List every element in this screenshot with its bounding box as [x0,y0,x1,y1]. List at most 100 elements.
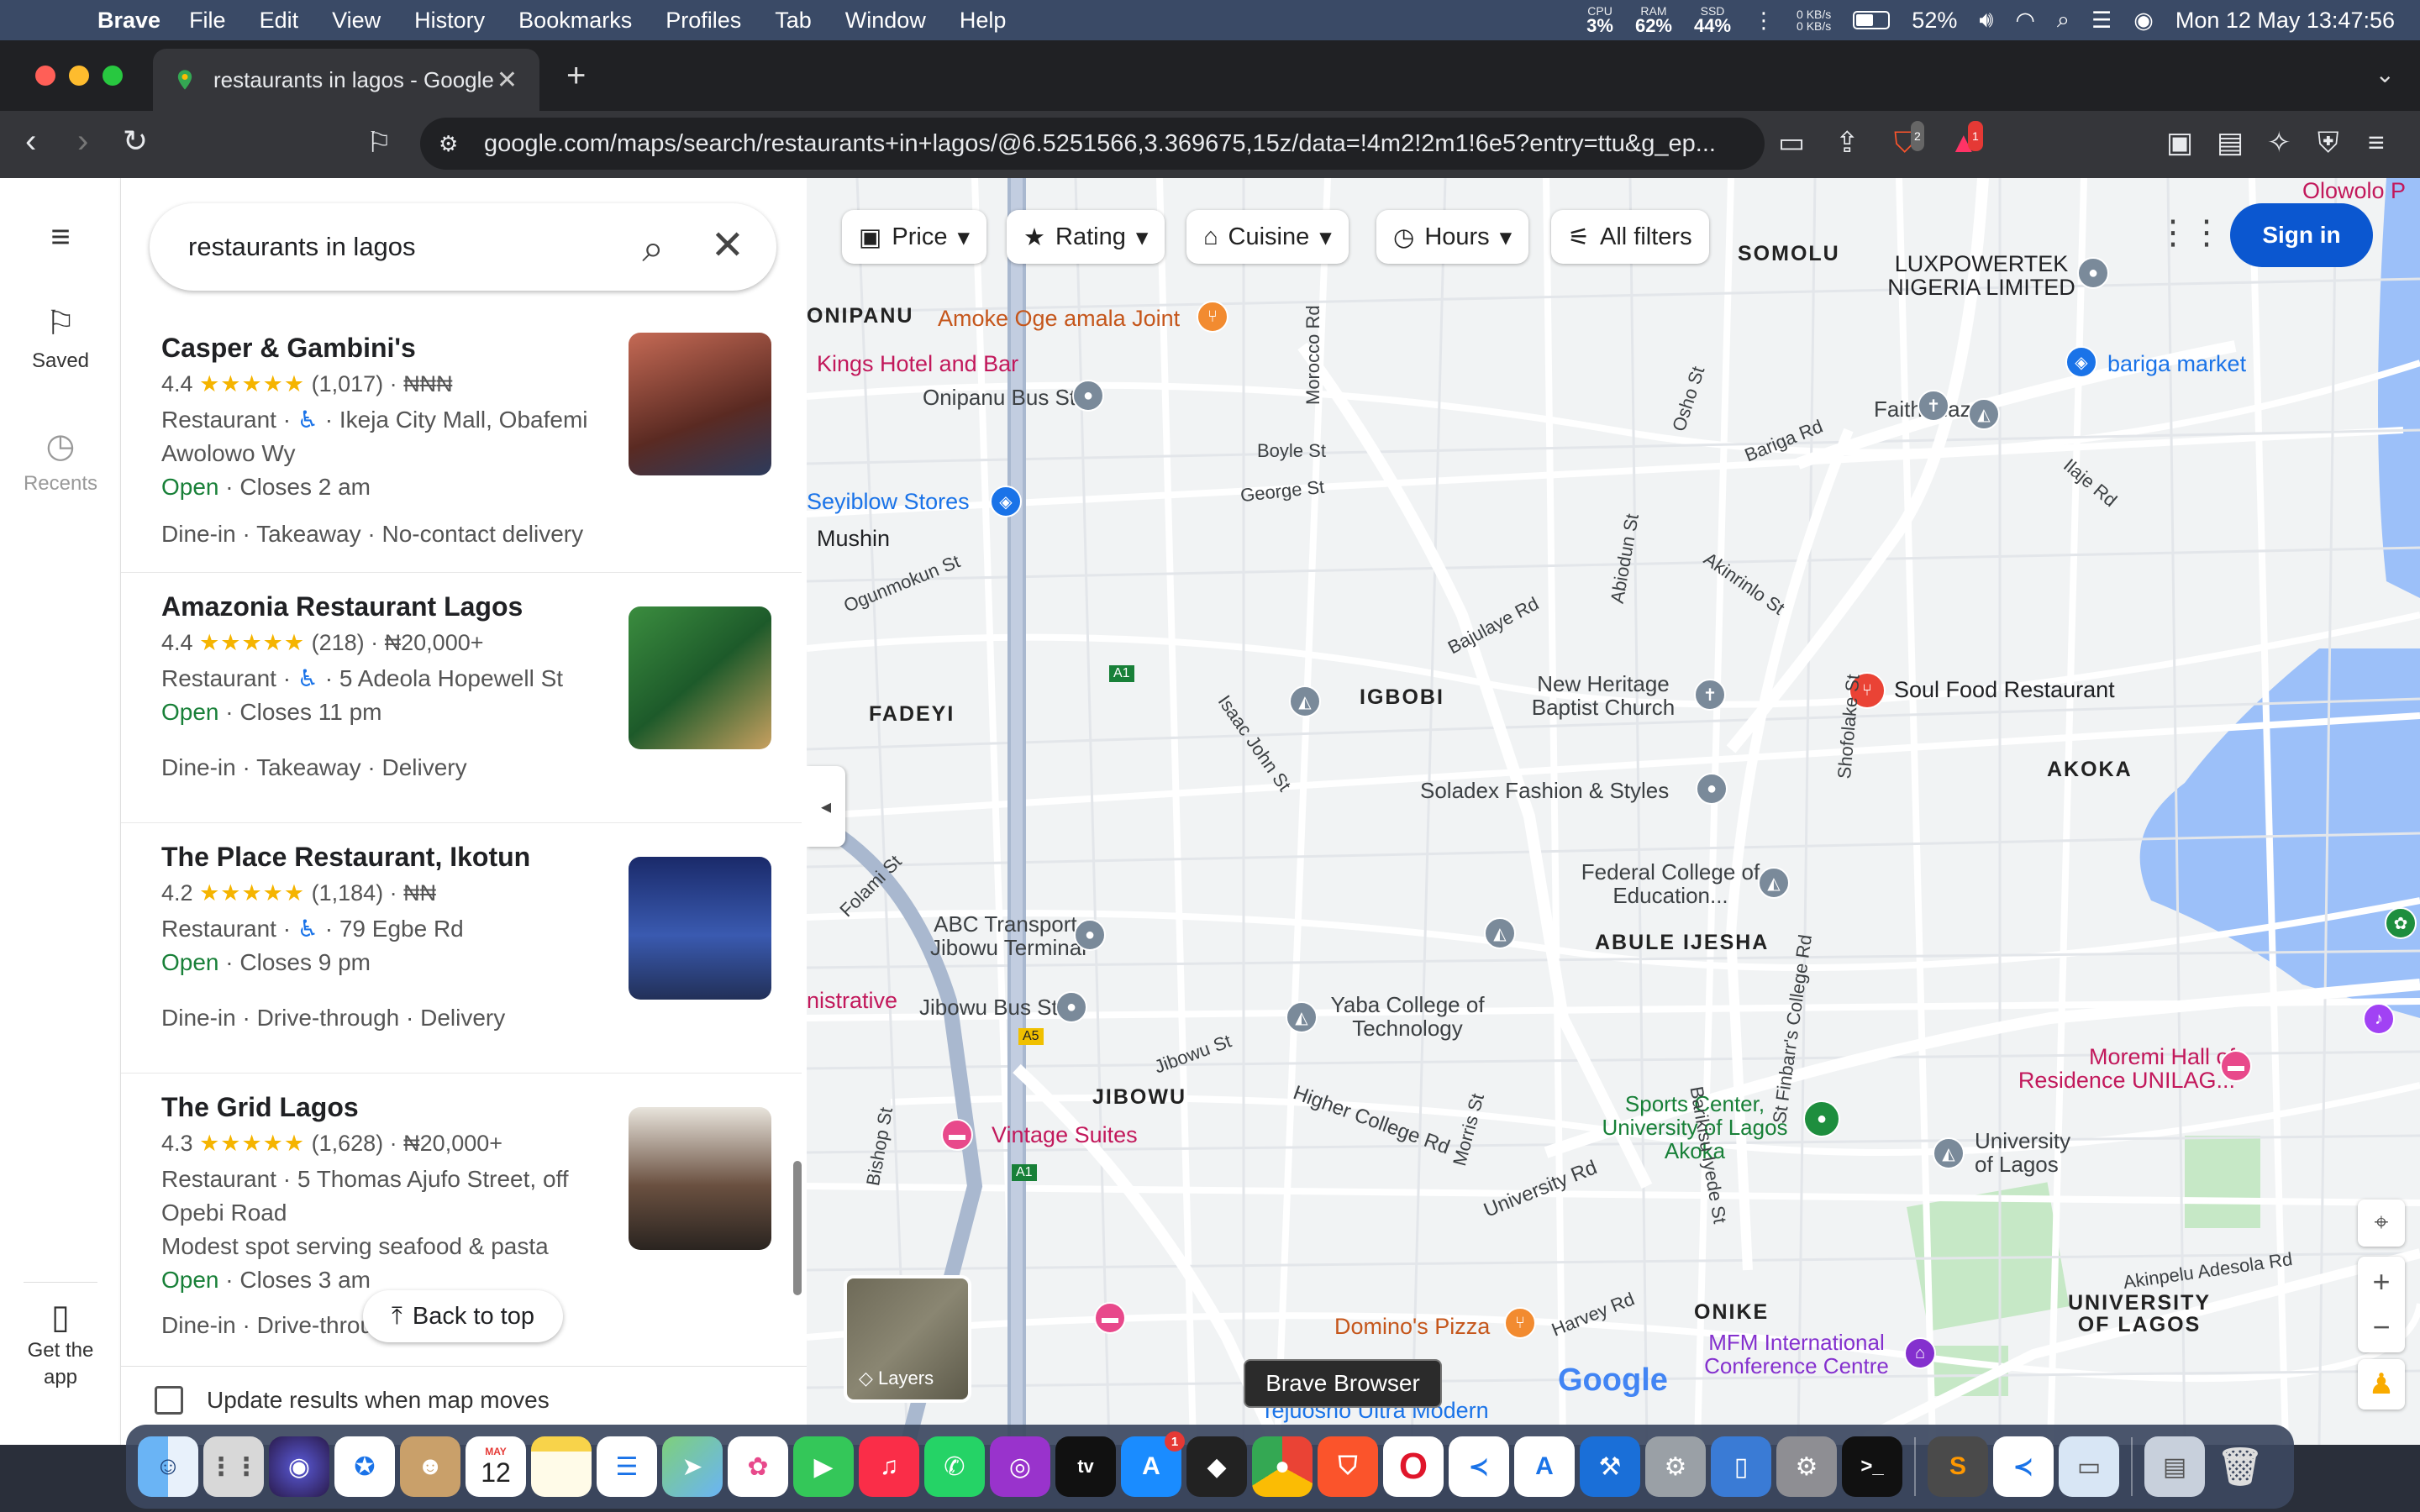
hotel-pin-icon[interactable]: ▬ [1094,1302,1126,1334]
sublime-text-icon[interactable]: S [1928,1436,1988,1497]
ssd-stat[interactable]: SSD 44% [1694,5,1731,35]
facetime-icon[interactable]: ▶ [793,1436,854,1497]
cursor-app-icon[interactable]: ◆ [1186,1436,1247,1497]
back-icon[interactable]: ‹ [25,124,36,158]
place-pin-icon[interactable]: ● [1696,773,1728,805]
opera-icon[interactable]: O [1383,1436,1444,1497]
place-label[interactable]: University of Lagos [1975,1129,2092,1176]
place-label[interactable]: Vintage Suites [992,1122,1138,1148]
place-label[interactable]: New Heritage Baptist Church [1519,672,1687,719]
cast-icon[interactable]: ▭ [1778,128,1805,158]
simulator-icon[interactable]: ▯ [1711,1436,1771,1497]
place-label[interactable]: Amoke Oge amala Joint [938,306,1180,332]
shopping-pin-icon[interactable]: ◈ [2065,346,2097,378]
apple-tv-icon[interactable]: tv [1055,1436,1116,1497]
wifi-icon[interactable]: ◠ [2015,8,2035,34]
result-name[interactable]: Casper & Gambini's [161,333,416,364]
bus-stop-pin-icon[interactable]: ● [1055,991,1087,1023]
result-card[interactable]: Casper & Gambini's 4.4 ★★★★★ (1,017) · ₦… [121,321,802,573]
tab-close-icon[interactable]: ✕ [497,66,518,95]
control-center-icon[interactable]: ☰ [2091,8,2112,34]
school-pin-icon[interactable]: ◭ [1484,917,1516,949]
photos-icon[interactable]: ✿ [728,1436,788,1497]
pegman-icon[interactable]: ♟ [2358,1359,2405,1410]
result-card[interactable]: Amazonia Restaurant Lagos 4.4 ★★★★★ (218… [121,573,802,823]
place-label[interactable]: Mushin [817,526,890,552]
bookmark-icon[interactable]: ⚐ [366,128,392,158]
school-pin-icon[interactable]: ◭ [1286,1001,1318,1033]
menubar-clock[interactable]: Mon 12 May 13:47:56 [2175,8,2395,34]
hotel-pin-icon[interactable]: ▬ [941,1119,973,1151]
menu-tab[interactable]: Tab [775,8,812,34]
sports-pin-icon[interactable]: ● [1803,1100,1840,1137]
sidebar-icon[interactable]: ▣ [2166,128,2193,158]
place-label[interactable]: Soul Food Restaurant [1894,677,2115,703]
menu-history[interactable]: History [414,8,485,34]
xcode-icon[interactable]: ⚒ [1580,1436,1640,1497]
bus-stop-pin-icon[interactable]: ● [1074,919,1106,951]
filter-rating[interactable]: ★ Rating ▾ [1007,210,1165,264]
school-pin-icon[interactable]: ◭ [1933,1137,1965,1169]
brave-shields-icon[interactable]: ⛉ 2 [1894,121,1924,158]
place-label[interactable]: Kings Hotel and Bar [817,351,1018,377]
layers-button[interactable]: ◇ Layers [844,1275,971,1403]
filter-price[interactable]: ▣ Price ▾ [842,210,987,264]
menu-window[interactable]: Window [845,8,926,34]
siri-icon[interactable]: ◉ [269,1436,329,1497]
window-zoom-button[interactable] [103,66,123,86]
zoom-in-button[interactable]: + [2372,1259,2390,1305]
place-label[interactable]: nistrative [807,988,897,1014]
place-pin-icon[interactable]: ● [2077,257,2109,289]
menu-view[interactable]: View [332,8,381,34]
vpn-icon[interactable]: ⛨ [2317,128,2339,158]
zoom-out-button[interactable]: − [2372,1305,2390,1350]
filter-all-filters[interactable]: ⚟ All filters [1551,210,1709,264]
utility-icon[interactable]: ⚙ [1645,1436,1706,1497]
tab-search-chevron-icon[interactable]: ⌄ [2375,60,2395,88]
result-name[interactable]: The Grid Lagos [161,1092,359,1123]
place-label[interactable]: ABC Transport. Jibowu Terminal [916,912,1101,959]
menu-hamburger-icon[interactable]: ≡ [0,218,121,256]
place-label[interactable]: Domino's Pizza [1334,1314,1490,1340]
map-canvas[interactable]: ◂ ▣ Price ▾ ★ Rating ▾ ⌂ Cuisine ▾ ◷ Hours ▾ ⚟ Al… [807,178,2420,1445]
school-pin-icon[interactable]: ◭ [1289,685,1321,717]
place-label[interactable]: LUXPOWERTEK NIGERIA LIMITED [1881,252,2082,299]
place-label[interactable]: Seyiblow Stores [807,489,970,515]
new-tab-icon[interactable]: + [566,57,586,95]
launchpad-icon[interactable]: ⋮⋮ [203,1436,264,1497]
reminders-icon[interactable]: ☰ [597,1436,657,1497]
leo-ai-icon[interactable]: ✧ [2267,128,2291,158]
forward-icon[interactable]: › [77,124,88,158]
reload-icon[interactable]: ↻ [123,124,148,158]
restaurant-pin-icon[interactable]: ⑂ [1197,301,1228,333]
system-settings-icon[interactable]: ⚙ [1776,1436,1837,1497]
whatsapp-icon[interactable]: ✆ [924,1436,985,1497]
collapse-panel-button[interactable]: ◂ [807,766,845,847]
podcasts-icon[interactable]: ◎ [990,1436,1050,1497]
trash-icon[interactable]: 🗑︎ [2210,1436,2270,1497]
my-location-button[interactable]: ⌖ [2358,1200,2405,1247]
result-photo[interactable] [629,1107,771,1250]
school-pin-icon[interactable]: ◭ [1758,867,1790,899]
result-photo[interactable] [629,606,771,749]
menu-bookmarks[interactable]: Bookmarks [518,8,632,34]
notes-icon[interactable] [531,1436,592,1497]
worship-pin-icon[interactable]: ⌂ [1904,1337,1936,1369]
xcode-instruments-icon[interactable]: A [1514,1436,1575,1497]
wallet-icon[interactable]: ▤ [2217,128,2244,158]
menu-help[interactable]: Help [960,8,1007,34]
preview-icon[interactable]: ▭ [2059,1436,2119,1497]
maps-icon[interactable]: ➤ [662,1436,723,1497]
search-icon[interactable]: ⌕ [642,225,664,272]
network-stat[interactable]: 0 KB/s 0 KB/s [1797,8,1831,32]
rail-saved[interactable]: ⚐ Saved [0,304,121,373]
results-scrollbar[interactable] [793,1161,802,1295]
contacts-icon[interactable]: ☻ [400,1436,460,1497]
place-label[interactable]: MFM International Conference Centre [1696,1331,1897,1378]
battery-icon[interactable] [1853,11,1891,29]
menu-edit[interactable]: Edit [260,8,299,34]
place-label[interactable]: bariga market [2107,351,2246,377]
filter-cuisine[interactable]: ⌂ Cuisine ▾ [1186,210,1349,264]
rail-get-app[interactable]: ▯ Get the app [0,1300,121,1391]
update-results-checkbox[interactable] [155,1386,183,1415]
